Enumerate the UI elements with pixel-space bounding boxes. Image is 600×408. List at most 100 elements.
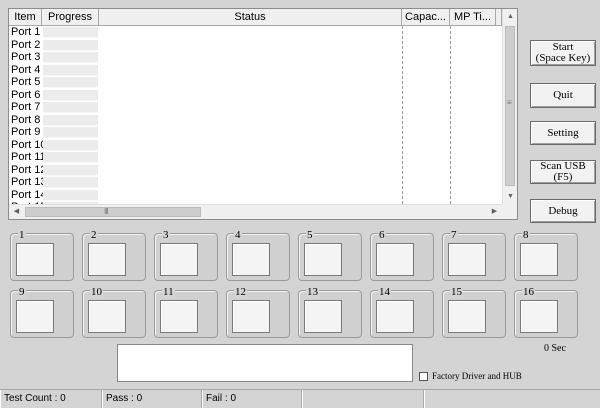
scroll-right-icon[interactable]: ▶	[487, 205, 502, 219]
port-progress-cell	[43, 52, 98, 63]
port-progress-cell	[43, 27, 98, 38]
port-box-number: 11	[162, 286, 175, 298]
port-box-number: 3	[162, 229, 170, 241]
scroll-down-icon[interactable]: ▼	[503, 189, 517, 204]
table-row[interactable]: Port 13	[9, 176, 502, 189]
table-row[interactable]: Port 9	[9, 126, 502, 139]
factory-driver-checkbox[interactable]: Factory Driver and HUB	[419, 372, 522, 381]
setting-button[interactable]: Setting	[530, 121, 596, 145]
status-test-count: Test Count : 0	[0, 390, 102, 408]
port-item-label: Port 4	[11, 63, 41, 76]
quit-button-label: Quit	[553, 89, 573, 101]
table-row[interactable]: Port 5	[9, 76, 502, 89]
port-box: 6	[370, 229, 434, 281]
grid-rows: Port 1 Port 2 Port 3 Port 4 Port 5 Port 6 Port…	[9, 26, 502, 204]
port-box: 1	[10, 229, 74, 281]
port-box: 10	[82, 286, 146, 338]
column-header-item[interactable]: Item	[9, 9, 42, 26]
port-item-label: Port 2	[11, 38, 41, 51]
debug-button[interactable]: Debug	[530, 199, 596, 223]
port-progress-cell	[43, 102, 98, 113]
port-box: 4	[226, 230, 290, 281]
port-progress-cell	[43, 177, 98, 188]
port-item-label: Port 11	[11, 151, 46, 163]
scrollbar-corner	[502, 204, 517, 219]
column-header-progress[interactable]: Progress	[42, 9, 99, 26]
debug-button-label: Debug	[548, 204, 578, 217]
port-box-number: 8	[522, 229, 530, 241]
table-row[interactable]: Port 11	[9, 151, 502, 164]
port-item-label: Port 10	[11, 138, 47, 151]
column-header-capacity[interactable]: Capac...	[402, 9, 450, 26]
column-header-mp-time[interactable]: MP Ti...	[450, 9, 496, 26]
horizontal-scroll-thumb[interactable]: III	[25, 207, 201, 217]
port-item-label: Port 9	[11, 126, 41, 138]
port-box: 8	[514, 229, 578, 281]
status-segment-empty-2	[424, 390, 600, 408]
vertical-scroll-thumb[interactable]: ≡	[505, 26, 515, 186]
port-box: 3	[154, 229, 218, 281]
port-box: 5	[298, 230, 362, 281]
port-indicator	[376, 300, 414, 333]
port-indicator	[448, 243, 486, 276]
elapsed-timer: 0 Sec	[544, 343, 566, 354]
scroll-up-icon[interactable]: ▲	[503, 9, 517, 24]
message-box	[117, 344, 413, 382]
table-row[interactable]: Port 14	[9, 189, 502, 202]
horizontal-scroll-grip: III	[104, 207, 109, 216]
port-progress-cell	[43, 152, 98, 163]
vertical-scroll-grip: ≡	[507, 98, 512, 107]
table-row[interactable]: Port 10	[9, 139, 502, 152]
table-row[interactable]: Port 2	[9, 39, 502, 52]
table-row[interactable]: Port 12	[9, 164, 502, 177]
vertical-scrollbar[interactable]: ▲ ≡ ▼	[502, 9, 517, 204]
table-row[interactable]: Port 4	[9, 64, 502, 77]
quit-button[interactable]: Quit	[530, 83, 596, 108]
port-item-label: Port 1	[11, 26, 41, 38]
port-progress-cell	[43, 127, 98, 138]
factory-driver-checkbox-box[interactable]	[419, 372, 428, 381]
port-item-label: Port 14	[11, 188, 47, 201]
port-indicator	[304, 243, 342, 276]
port-item-label: Port 7	[11, 101, 41, 113]
column-header-status[interactable]: Status	[99, 9, 402, 26]
port-item-label: Port 3	[11, 51, 41, 63]
port-item-label: Port 8	[11, 113, 41, 126]
port-box-number: 10	[90, 286, 103, 298]
scan-usb-button[interactable]: Scan USB (F5)	[530, 160, 596, 184]
table-row[interactable]: Port 7	[9, 101, 502, 114]
port-box-number: 6	[378, 229, 386, 241]
horizontal-scrollbar[interactable]: ◀ III ▶	[9, 204, 502, 219]
port-box-number: 9	[18, 286, 26, 298]
start-button[interactable]: Start (Space Key)	[530, 40, 596, 66]
port-indicator	[88, 300, 126, 333]
port-indicator	[232, 300, 270, 333]
port-box: 9	[10, 286, 74, 338]
port-box-number: 1	[18, 229, 26, 241]
table-row[interactable]: Port 8	[9, 114, 502, 127]
port-box-number: 16	[522, 286, 535, 298]
factory-driver-checkbox-label: Factory Driver and HUB	[432, 371, 522, 381]
port-indicator	[448, 300, 486, 333]
port-box: 7	[442, 230, 506, 281]
capacity-column-divider	[402, 26, 403, 204]
port-indicator	[88, 243, 126, 276]
status-fail: Fail : 0	[202, 390, 302, 408]
port-progress-cell	[43, 64, 98, 76]
port-status-grid[interactable]: Item Progress Status Capac... MP Ti... P…	[8, 8, 518, 220]
table-row[interactable]: Port 1	[9, 26, 502, 39]
mp-time-column-divider	[450, 26, 451, 204]
port-box: 11	[154, 286, 218, 338]
port-indicator	[376, 243, 414, 276]
port-indicator	[160, 243, 198, 276]
table-row[interactable]: Port 3	[9, 51, 502, 64]
port-progress-cell	[43, 114, 98, 126]
status-segment-empty-1	[302, 390, 424, 408]
port-indicator	[520, 243, 558, 276]
port-progress-cell	[43, 89, 98, 101]
port-progress-cell	[43, 77, 98, 88]
table-row[interactable]: Port 6	[9, 89, 502, 102]
port-indicator	[16, 300, 54, 333]
scroll-left-icon[interactable]: ◀	[9, 205, 24, 219]
port-box-number: 15	[450, 286, 463, 298]
